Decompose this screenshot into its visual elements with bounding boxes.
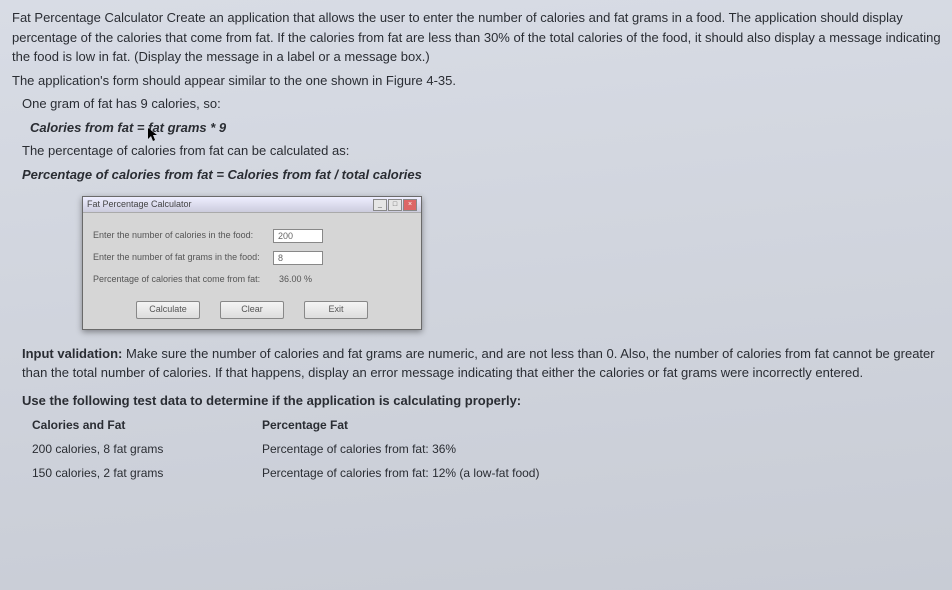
validation-label: Input validation:: [22, 346, 122, 361]
calculate-button[interactable]: Calculate: [136, 301, 200, 319]
table-header-calories: Calories and Fat: [32, 416, 262, 434]
test-data-table: Calories and Fat Percentage Fat 200 calo…: [32, 416, 952, 482]
formula-percentage: Percentage of calories from fat = Calori…: [22, 165, 952, 185]
table-cell: Percentage of calories from fat: 12% (a …: [262, 464, 539, 482]
paragraph-figure-ref: The application's form should appear sim…: [12, 71, 952, 91]
window-titlebar: Fat Percentage Calculator _ □ ×: [83, 197, 421, 213]
minimize-icon[interactable]: _: [373, 199, 387, 211]
paragraph-fat-info: One gram of fat has 9 calories, so:: [22, 94, 952, 114]
input-fat-grams[interactable]: 8: [273, 251, 323, 265]
formula-calories-from-fat: Calories from fat = fat grams * 9: [30, 118, 952, 138]
clear-button[interactable]: Clear: [220, 301, 284, 319]
label-calories: Enter the number of calories in the food…: [93, 229, 273, 243]
window-body: Enter the number of calories in the food…: [83, 213, 421, 329]
table-header-percentage: Percentage Fat: [262, 416, 348, 434]
table-cell: Percentage of calories from fat: 36%: [262, 440, 456, 458]
test-data-intro: Use the following test data to determine…: [22, 391, 952, 411]
validation-text: Make sure the number of calories and fat…: [22, 346, 935, 381]
paragraph-validation: Input validation: Make sure the number o…: [22, 344, 952, 383]
mock-app-window: Fat Percentage Calculator _ □ × Enter th…: [82, 196, 422, 330]
label-fat-grams: Enter the number of fat grams in the foo…: [93, 251, 273, 265]
table-row: 200 calories, 8 fat grams Percentage of …: [32, 440, 952, 458]
exit-button[interactable]: Exit: [304, 301, 368, 319]
window-title: Fat Percentage Calculator: [87, 198, 192, 212]
table-cell: 150 calories, 2 fat grams: [32, 464, 262, 482]
paragraph-percentage-info: The percentage of calories from fat can …: [22, 141, 952, 161]
paragraph-intro: Fat Percentage Calculator Create an appl…: [12, 8, 952, 67]
table-cell: 200 calories, 8 fat grams: [32, 440, 262, 458]
maximize-icon[interactable]: □: [388, 199, 402, 211]
close-icon[interactable]: ×: [403, 199, 417, 211]
table-row: 150 calories, 2 fat grams Percentage of …: [32, 464, 952, 482]
window-control-buttons: _ □ ×: [373, 199, 417, 211]
output-percentage: 36.00 %: [279, 273, 312, 287]
label-percentage: Percentage of calories that come from fa…: [93, 273, 273, 287]
input-calories[interactable]: 200: [273, 229, 323, 243]
